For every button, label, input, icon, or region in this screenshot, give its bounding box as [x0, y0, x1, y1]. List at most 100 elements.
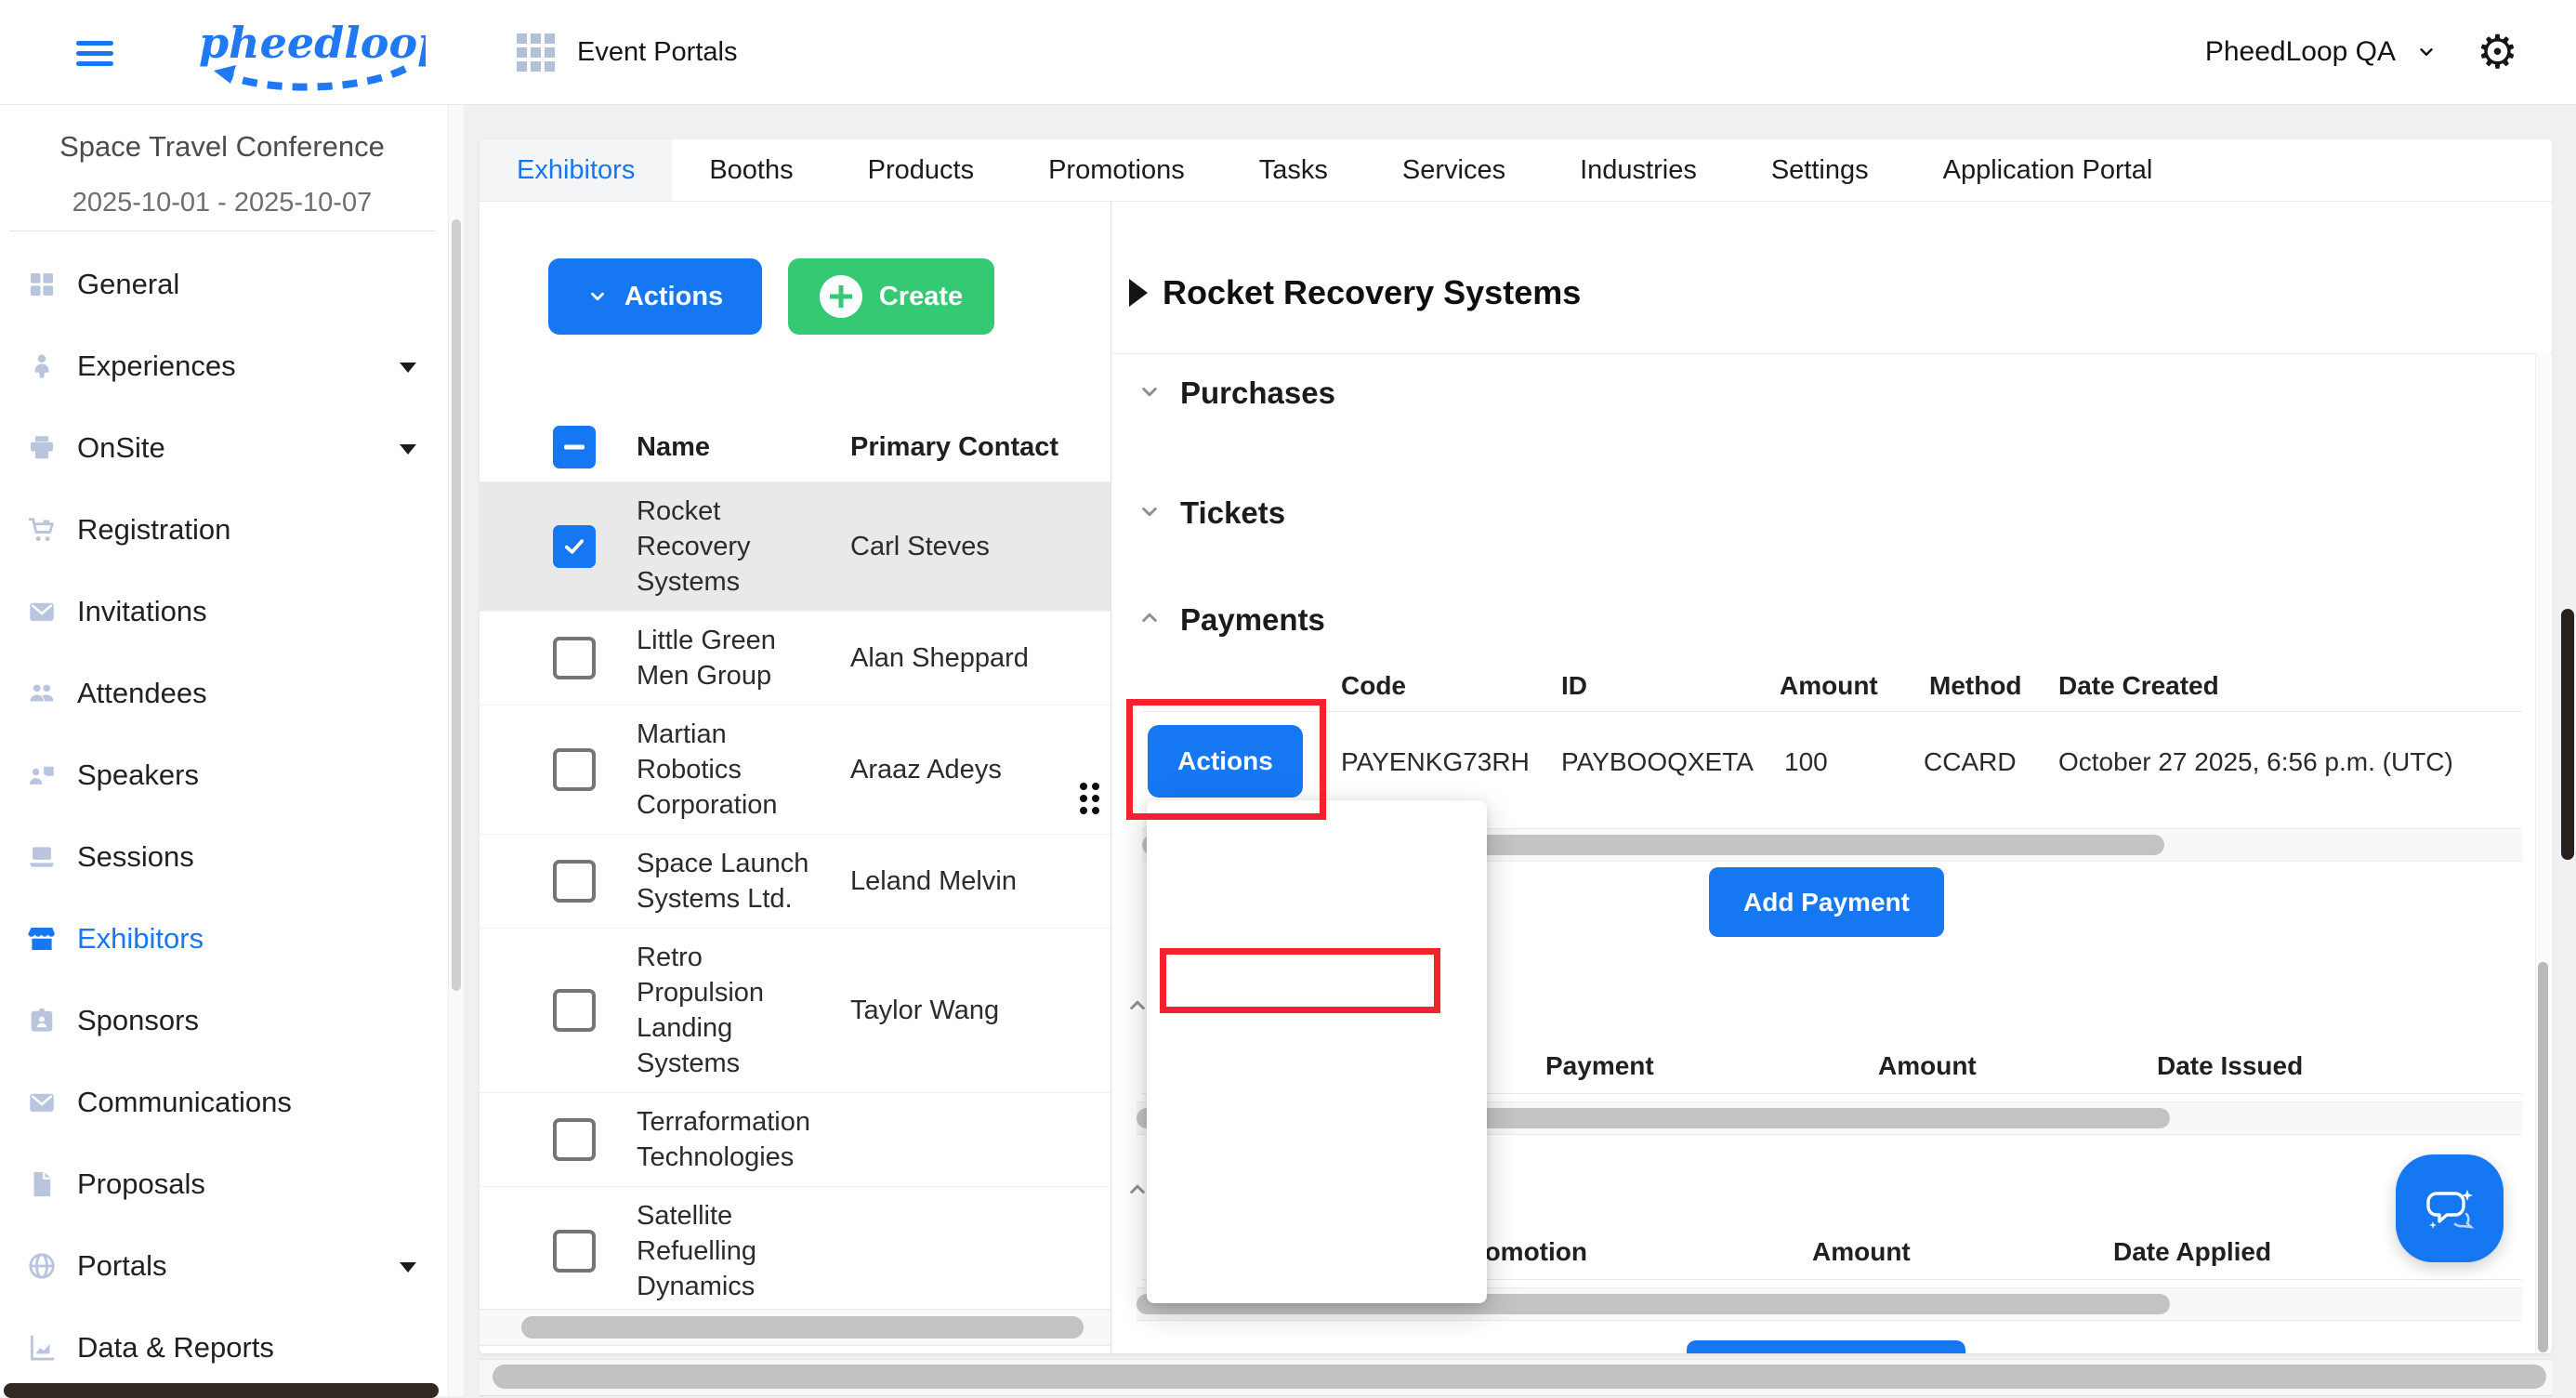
- table-row[interactable]: Space Launch Systems Ltd. Leland Melvin: [480, 835, 1111, 929]
- tab-services[interactable]: Services: [1365, 139, 1543, 201]
- table-row[interactable]: Martian Robotics Corporation Araaz Adeys: [480, 706, 1111, 835]
- detail-vertical-scrollbar[interactable]: [2535, 353, 2550, 1353]
- detail-title-row[interactable]: Rocket Recovery Systems: [1129, 273, 1581, 312]
- table-row[interactable]: Terraformation Technologies: [480, 1093, 1111, 1187]
- exhibitor-name: Rocket Recovery Systems: [637, 494, 822, 600]
- hamburger-menu-icon[interactable]: [76, 35, 113, 67]
- payments-col-id: ID: [1561, 671, 1587, 701]
- sidebar-item-speakers[interactable]: Speakers: [0, 734, 444, 816]
- sidebar-item-general[interactable]: General: [0, 244, 444, 325]
- tab-exhibitors[interactable]: Exhibitors: [480, 139, 672, 201]
- primary-contact: Araaz Adeys: [850, 755, 1002, 785]
- sidebar-item-sessions[interactable]: Sessions: [0, 816, 444, 898]
- sidebar-item-onsite[interactable]: OnSite: [0, 407, 444, 489]
- sidebar-item-sponsors[interactable]: Sponsors: [0, 980, 444, 1062]
- row-checkbox[interactable]: [553, 1230, 596, 1273]
- row-checkbox[interactable]: [553, 1118, 596, 1161]
- storefront-icon: [26, 923, 58, 955]
- tab-industries[interactable]: Industries: [1543, 139, 1734, 201]
- tab-products[interactable]: Products: [831, 139, 1011, 201]
- sidebar-item-portals[interactable]: Portals: [0, 1225, 444, 1307]
- payment-method: CCARD: [1924, 747, 2017, 777]
- tab-settings[interactable]: Settings: [1734, 139, 1906, 201]
- sidebar-item-data-reports[interactable]: Data & Reports: [0, 1307, 444, 1389]
- scrollbar-thumb[interactable]: [2538, 962, 2548, 1352]
- promotions-col-date-applied: Date Applied: [2113, 1237, 2271, 1267]
- sidebar-item-exhibitors[interactable]: Exhibitors: [0, 898, 444, 980]
- page-vertical-scrollbar[interactable]: [2557, 104, 2576, 1396]
- row-checkbox[interactable]: [553, 637, 596, 679]
- tab-tasks[interactable]: Tasks: [1222, 139, 1365, 201]
- sidebar-item-invitations[interactable]: Invitations: [0, 571, 444, 653]
- exhibitor-name: Retro Propulsion Landing Systems: [637, 940, 822, 1081]
- detail-title: Rocket Recovery Systems: [1163, 273, 1581, 312]
- sidebar-item-registration[interactable]: Registration: [0, 489, 444, 571]
- envelope-icon: [26, 596, 58, 627]
- table-row[interactable]: Little Green Men Group Alan Sheppard: [480, 612, 1111, 706]
- section-purchases[interactable]: Purchases: [1136, 376, 1335, 411]
- sidebar-item-communications[interactable]: Communications: [0, 1062, 444, 1143]
- exhibitor-name: Terraformation Technologies: [637, 1104, 822, 1175]
- list-horizontal-scrollbar[interactable]: [480, 1309, 1111, 1346]
- main-card: Exhibitors Booths Products Promotions Ta…: [480, 139, 2552, 1353]
- scrollbar-thumb[interactable]: [521, 1316, 1084, 1339]
- gear-icon[interactable]: ⚙: [2477, 0, 2518, 104]
- person-icon: [26, 350, 58, 382]
- chevron-down-icon: [1136, 377, 1163, 410]
- list-actions-button[interactable]: Actions: [548, 258, 762, 335]
- people-icon: [26, 678, 58, 709]
- table-row[interactable]: Satellite Refuelling Dynamics: [480, 1187, 1111, 1316]
- sidebar-item-attendees[interactable]: Attendees: [0, 653, 444, 734]
- payments-col-method: Method: [1929, 671, 2022, 701]
- section-tickets[interactable]: Tickets: [1136, 495, 1285, 531]
- presenter-icon: [26, 759, 58, 791]
- exhibitor-list-panel: Actions Create Name Primary Contact Rock…: [480, 201, 1111, 1353]
- apps-grid-icon[interactable]: [517, 33, 555, 72]
- sidebar-item-experiences[interactable]: Experiences: [0, 325, 444, 407]
- add-payment-button[interactable]: Add Payment: [1709, 867, 1944, 937]
- account-menu[interactable]: PheedLoop QA: [2205, 0, 2437, 104]
- pheedloop-logo[interactable]: pheedloop: [193, 11, 426, 97]
- sidebar-nav: General Experiences OnSite Registration …: [0, 244, 444, 1389]
- logo-arrow: [225, 69, 405, 87]
- section-payments[interactable]: Payments: [1136, 602, 1325, 638]
- row-checkbox[interactable]: [553, 748, 596, 791]
- row-checkbox[interactable]: [553, 525, 596, 568]
- row-checkbox[interactable]: [553, 989, 596, 1032]
- scrollbar-thumb[interactable]: [493, 1365, 2546, 1389]
- tab-booths[interactable]: Booths: [672, 139, 830, 201]
- partially-visible-add-button[interactable]: [1687, 1340, 1965, 1353]
- primary-contact: Taylor Wang: [850, 996, 999, 1026]
- table-row[interactable]: Retro Propulsion Landing Systems Taylor …: [480, 929, 1111, 1093]
- sidebar-vertical-scrollbar[interactable]: [448, 104, 464, 1396]
- tab-promotions[interactable]: Promotions: [1011, 139, 1222, 201]
- row-checkbox[interactable]: [553, 860, 596, 903]
- chat-bubble-icon: [2420, 1179, 2479, 1238]
- cart-icon: [26, 514, 58, 546]
- create-button[interactable]: Create: [788, 258, 994, 335]
- scrollbar-thumb[interactable]: [452, 219, 461, 991]
- table-header-row: Name Primary Contact: [480, 413, 1111, 482]
- table-row[interactable]: Rocket Recovery Systems Carl Steves: [480, 482, 1111, 612]
- select-all-checkbox[interactable]: [553, 426, 596, 468]
- primary-contact: Alan Sheppard: [850, 643, 1029, 674]
- tab-application-portal[interactable]: Application Portal: [1906, 139, 2190, 201]
- divider: [1142, 711, 2522, 712]
- payment-id: PAYBOOQXETA: [1561, 747, 1754, 777]
- sidebar-item-proposals[interactable]: Proposals: [0, 1143, 444, 1225]
- payments-col-amount: Amount: [1780, 671, 1878, 701]
- exhibitor-table: Name Primary Contact Rocket Recovery Sys…: [480, 413, 1111, 1316]
- payment-code: PAYENKG73RH: [1341, 747, 1530, 777]
- chevron-down-icon: [1136, 497, 1163, 530]
- document-icon: [26, 1168, 58, 1200]
- triangle-right-icon: [1129, 279, 1148, 307]
- grid-icon: [26, 269, 58, 300]
- exhibitor-name: Martian Robotics Corporation: [637, 717, 822, 823]
- divider: [1111, 353, 2552, 354]
- chat-fab-button[interactable]: [2396, 1154, 2504, 1262]
- scrollbar-thumb[interactable]: [2561, 609, 2574, 860]
- panel-drag-handle-icon[interactable]: [1080, 783, 1104, 814]
- payment-row-actions-button[interactable]: Actions: [1148, 725, 1303, 798]
- primary-contact: Carl Steves: [850, 532, 990, 562]
- page-horizontal-scrollbar[interactable]: [480, 1359, 2552, 1396]
